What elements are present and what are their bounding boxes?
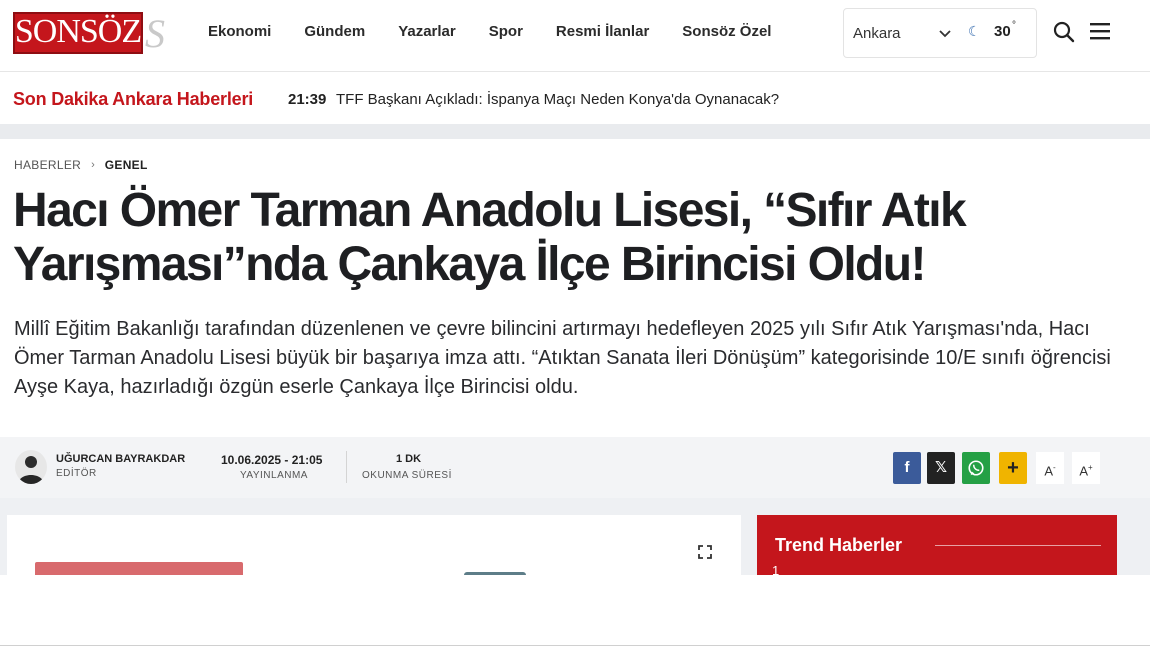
- author-avatar[interactable]: [15, 450, 47, 484]
- section-divider: [0, 124, 1150, 139]
- article-title: Hacı Ömer Tarman Anadolu Lisesi, “Sıfır …: [13, 184, 967, 291]
- nav-item-yazarlar[interactable]: Yazarlar: [398, 22, 456, 42]
- author-role: EDİTÖR: [56, 468, 97, 479]
- published-label: YAYINLANMA: [240, 470, 308, 481]
- font-increase-button[interactable]: A+: [1072, 452, 1100, 484]
- read-time-label: OKUNMA SÜRESİ: [362, 470, 452, 481]
- more-share-button[interactable]: +: [999, 452, 1027, 484]
- breaking-label[interactable]: Son Dakika Ankara Haberleri: [13, 89, 253, 110]
- city-select[interactable]: Ankara: [853, 25, 901, 42]
- logo-text: SONSÖZ: [14, 13, 142, 50]
- article-meta-bar: UĞURCAN BAYRAKDAR EDİTÖR 10.06.2025 - 21…: [0, 437, 1150, 498]
- breaking-headline-link[interactable]: TFF Başkanı Açıkladı: İspanya Maçı Neden…: [336, 91, 779, 108]
- temperature-value: 30: [994, 23, 1011, 40]
- breadcrumb: HABERLER › GENEL: [14, 158, 148, 172]
- site-logo[interactable]: SONSÖZ S: [13, 12, 165, 56]
- nav-item-ekonomi[interactable]: Ekonomi: [208, 22, 271, 42]
- breaking-news-bar: Son Dakika Ankara Haberleri 21:39 TFF Ba…: [0, 73, 1150, 124]
- font-increase-sign: +: [1088, 463, 1093, 472]
- fullscreen-icon[interactable]: [697, 544, 713, 560]
- avatar-silhouette: [18, 456, 44, 484]
- breaking-time: 21:39: [288, 91, 327, 108]
- media-thumbnail[interactable]: [35, 562, 243, 575]
- published-date: 10.06.2025 - 21:05: [221, 453, 323, 467]
- nav-item-spor[interactable]: Spor: [489, 22, 523, 42]
- nav-item-resmi-ilanlar[interactable]: Resmi İlanlar: [556, 22, 649, 42]
- hamburger-menu-icon[interactable]: [1090, 22, 1110, 40]
- degree-symbol: °: [1012, 20, 1016, 31]
- chevron-down-icon[interactable]: [937, 25, 953, 41]
- trend-news-panel: Trend Haberler 1: [757, 515, 1117, 578]
- main-nav: Ekonomi Gündem Yazarlar Spor Resmi İlanl…: [208, 22, 804, 42]
- moon-icon: ☾: [968, 23, 981, 39]
- nav-item-sonsoz-ozel[interactable]: Sonsöz Özel: [682, 22, 771, 42]
- logo-mark: S: [145, 11, 165, 56]
- font-decrease-sign: -: [1053, 463, 1056, 472]
- breadcrumb-haberler[interactable]: HABERLER: [14, 158, 81, 172]
- x-share-button[interactable]: 𝕏: [927, 452, 955, 484]
- meta-divider: [346, 451, 347, 483]
- article-lead: Millî Eğitim Bakanlığı tarafından düzenl…: [14, 318, 1111, 398]
- search-icon[interactable]: [1053, 21, 1075, 43]
- trend-title-rule: [935, 545, 1101, 546]
- breadcrumb-separator-icon: ›: [91, 159, 95, 171]
- font-increase-letter: A: [1079, 463, 1088, 479]
- weather-widget[interactable]: Ankara ☾ 30 °: [843, 8, 1037, 58]
- author-name[interactable]: UĞURCAN BAYRAKDAR: [56, 453, 185, 465]
- page-bottom-area: [0, 575, 1150, 646]
- nav-item-gundem[interactable]: Gündem: [304, 22, 365, 42]
- breadcrumb-genel[interactable]: GENEL: [105, 158, 148, 172]
- facebook-share-button[interactable]: f: [893, 452, 921, 484]
- font-decrease-letter: A: [1044, 463, 1053, 479]
- font-decrease-button[interactable]: A-: [1036, 452, 1064, 484]
- trend-news-title: Trend Haberler: [775, 535, 903, 555]
- whatsapp-icon: [968, 460, 984, 476]
- read-time-value: 1 DK: [396, 453, 422, 465]
- site-header: SONSÖZ S Ekonomi Gündem Yazarlar Spor Re…: [0, 0, 1150, 72]
- whatsapp-share-button[interactable]: [962, 452, 990, 484]
